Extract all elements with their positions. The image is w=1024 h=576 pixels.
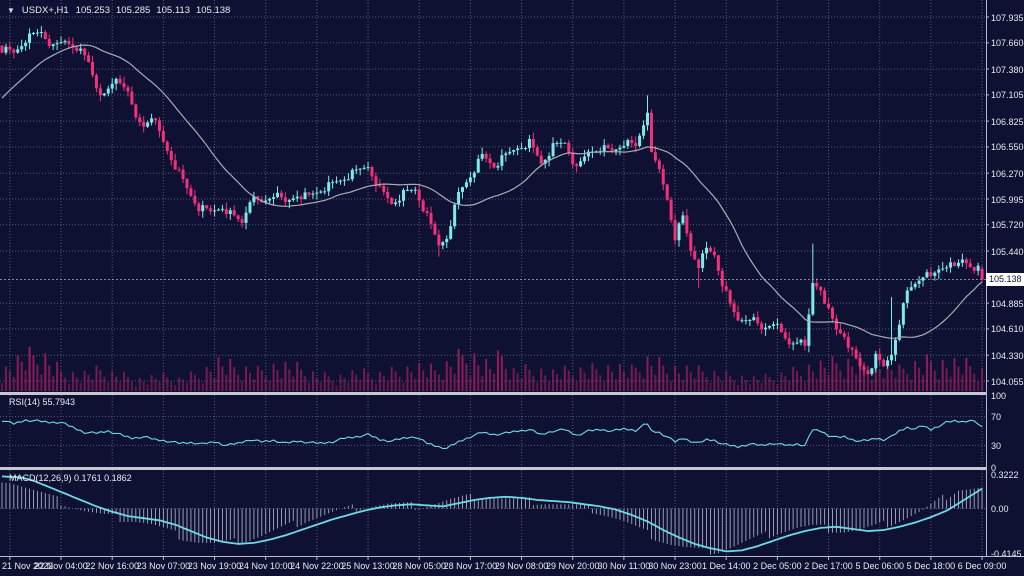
time-axis-label: 30 Nov 11:00	[597, 561, 650, 571]
rsi-axis-label: 30	[991, 441, 1001, 451]
time-axis-label: 5 Dec 18:00	[907, 561, 956, 571]
price-axis-label: 107.935	[991, 13, 1024, 23]
symbol-period-label: USDX+,H1	[22, 5, 69, 16]
price-axis-label: 107.380	[991, 65, 1024, 75]
time-axis-label: 24 Nov 22:00	[290, 561, 344, 571]
rsi-line	[2, 420, 982, 449]
price-axis-label: 105.440	[991, 247, 1024, 257]
volume-layer	[1, 347, 983, 391]
price-axis-label: 105.995	[991, 195, 1024, 205]
macd-name: MACD(12,26,9)	[9, 473, 72, 483]
ma-line	[2, 45, 982, 338]
macd-main-value: 0.1761	[74, 473, 102, 483]
price-axis-label: 104.885	[991, 299, 1024, 309]
macd-indicator-label: MACD(12,26,9) 0.1761 0.1862	[9, 473, 132, 483]
price-axis-label: 107.660	[991, 38, 1024, 48]
time-axis-label: 29 Nov 20:00	[546, 561, 600, 571]
time-axis-label: 22 Nov 16:00	[85, 561, 139, 571]
price-axis-label: 107.105	[991, 90, 1024, 100]
time-axis-label: 28 Nov 17:00	[444, 561, 498, 571]
time-axis-label: 29 Nov 08:00	[495, 561, 549, 571]
time-axis-label: 28 Nov 05:00	[392, 561, 446, 571]
rsi-axis-label: 100	[991, 391, 1006, 401]
time-axis-label: 22 Nov 04:00	[34, 561, 88, 571]
rsi-name: RSI(14)	[9, 397, 40, 407]
ohlc-high-value: 105.285	[116, 5, 150, 16]
price-axis-label: 106.550	[991, 142, 1024, 152]
ohlc-low-value: 105.113	[156, 5, 190, 16]
time-axis-label: 6 Dec 09:00	[958, 561, 1007, 571]
rsi-indicator-label: RSI(14) 55.7943	[9, 397, 75, 407]
price-axis-label: 105.720	[991, 220, 1024, 230]
time-axis-label: 5 Dec 06:00	[855, 561, 904, 571]
rsi-axis-label: 70	[991, 412, 1001, 422]
time-axis-label: 24 Nov 10:00	[239, 561, 293, 571]
price-axis-label: 104.330	[991, 351, 1024, 361]
macd-signal-line	[2, 476, 982, 551]
time-axis-label: 30 Nov 23:00	[648, 561, 702, 571]
ohlc-open-value: 105.253	[76, 5, 110, 16]
current-price-tag: 105.138	[986, 273, 1024, 286]
price-axis-label: 106.825	[991, 117, 1024, 127]
price-axis-label: 104.610	[991, 324, 1024, 334]
trading-chart-window: ▼ USDX+,H1 105.253 105.285 105.113 105.1…	[0, 0, 1024, 576]
time-axis-label: 25 Nov 13:00	[341, 561, 395, 571]
time-axis-label: 1 Dec 14:00	[702, 561, 751, 571]
rsi-value: 55.7943	[43, 397, 76, 407]
grid-layer	[0, 0, 986, 556]
macd-signal-value: 0.1862	[104, 473, 132, 483]
time-axis-label: 23 Nov 07:00	[137, 561, 191, 571]
price-axis-label: 104.055	[991, 377, 1024, 387]
symbol-info-bar: ▼ USDX+,H1 105.253 105.285 105.113 105.1…	[7, 5, 230, 16]
macd-axis-label: -0.4145	[991, 549, 1022, 559]
macd-axis-label: 0.3222	[991, 470, 1019, 480]
symbol-dropdown-icon[interactable]: ▼	[7, 6, 15, 15]
ohlc-close-value: 105.138	[196, 5, 230, 16]
price-axis-label: 106.270	[991, 169, 1024, 179]
time-axis-label: 23 Nov 19:00	[188, 561, 242, 571]
time-axis-label: 2 Dec 17:00	[804, 561, 853, 571]
chart-canvas[interactable]	[0, 0, 1024, 576]
time-axis-label: 2 Dec 05:00	[753, 561, 802, 571]
macd-axis-label: 0.00	[991, 504, 1009, 514]
